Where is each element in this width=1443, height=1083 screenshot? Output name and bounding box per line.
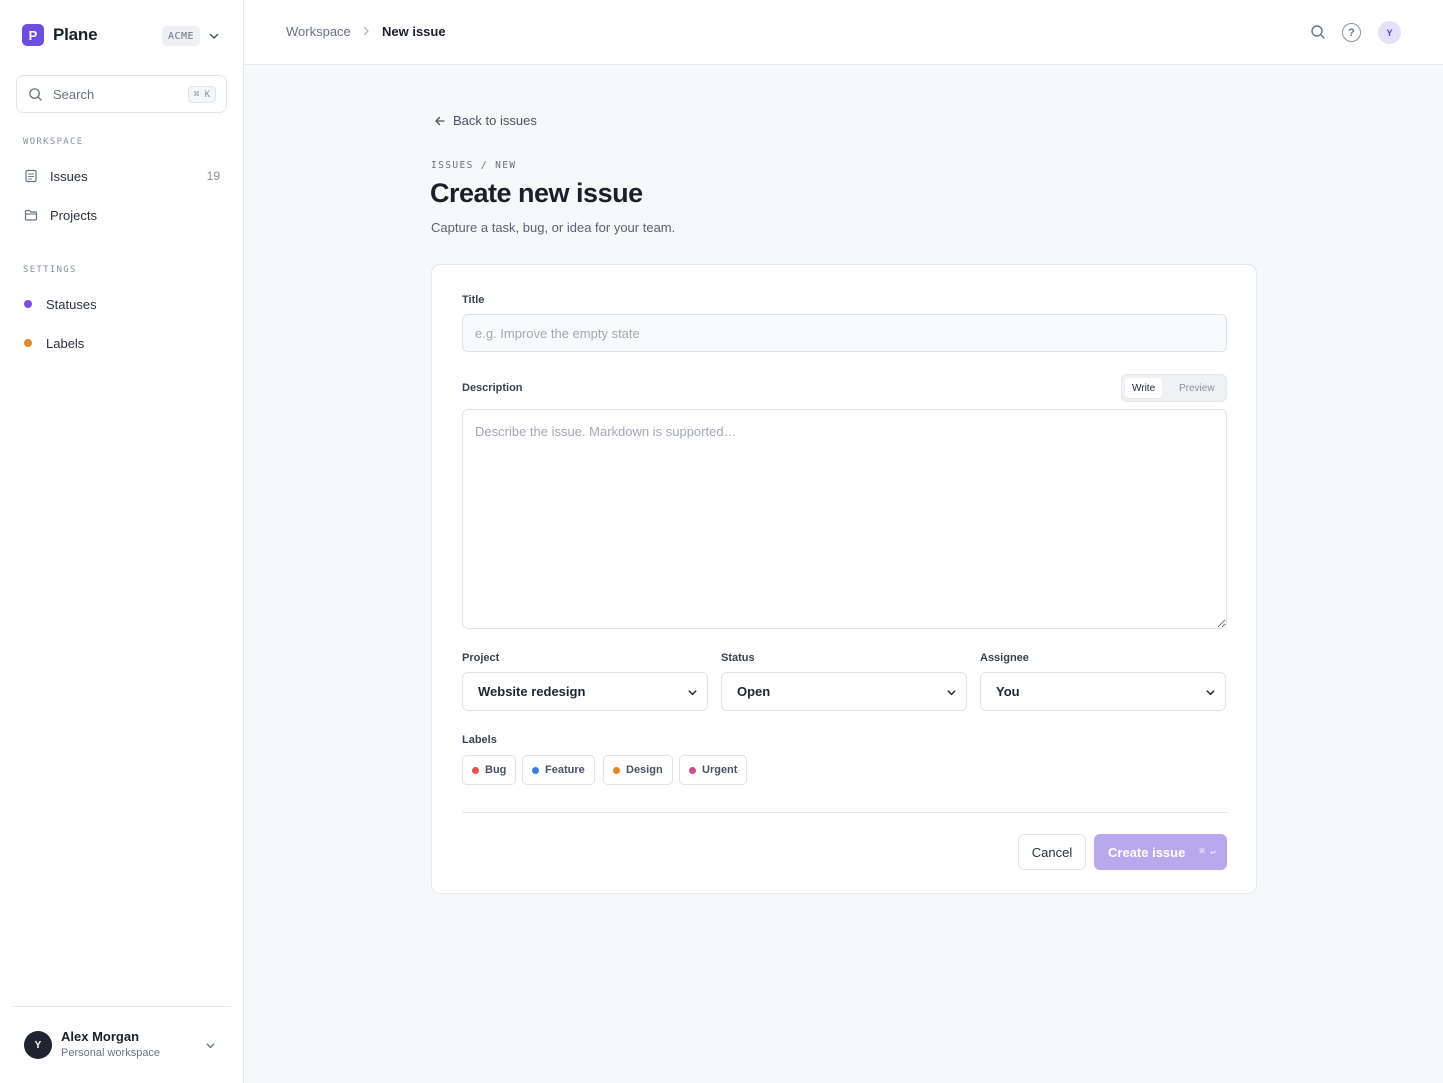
folder-icon [24, 209, 38, 221]
topbar: Workspace New issue ? Y [244, 0, 1443, 65]
project-value: Website redesign [478, 684, 586, 699]
brand-name: Plane [53, 25, 98, 44]
cancel-button[interactable]: Cancel [1018, 834, 1086, 870]
breadcrumb-workspace[interactable]: Workspace [286, 24, 351, 39]
assignee-value: You [996, 684, 1020, 699]
plane-logo-icon: P [22, 24, 44, 46]
search-shortcut: ⌘ K [187, 86, 216, 103]
status-dot-icon [24, 300, 32, 308]
label-chip-feature[interactable]: Feature [522, 755, 595, 785]
dot-icon [613, 766, 620, 774]
search-label: Search [53, 87, 95, 102]
status-select[interactable]: Open [721, 672, 967, 711]
assignee-select[interactable]: You [980, 672, 1226, 711]
dot-icon [532, 766, 539, 774]
title-label: Title [462, 294, 485, 306]
page-subtitle: Capture a task, bug, or idea for your te… [431, 220, 676, 235]
status-value: Open [737, 684, 771, 699]
title-input[interactable] [462, 314, 1227, 352]
brand[interactable]: P Plane [22, 24, 98, 46]
create-shortcut: ⌘ ↵ [1199, 847, 1216, 857]
sidebar-item-issues[interactable]: Issues 19 [12, 159, 232, 193]
description-mode-toggle: Write Preview [1121, 374, 1227, 402]
sidebar-item-label: Statuses [46, 297, 97, 312]
sidebar-item-statuses[interactable]: Statuses [12, 287, 232, 321]
chevron-down-icon[interactable] [207, 29, 221, 43]
page-overline: ISSUES / NEW [431, 160, 517, 171]
status-label: Status [721, 652, 755, 664]
divider [12, 1006, 231, 1007]
label-chip-design[interactable]: Design [603, 755, 673, 785]
sidebar-item-label: Projects [50, 208, 97, 223]
user-avatar[interactable]: Y [24, 1031, 52, 1059]
workspace-section-heading: WORKSPACE [23, 137, 84, 147]
dot-icon [472, 766, 479, 774]
sidebar-item-label: Issues [50, 169, 88, 184]
breadcrumb-current: New issue [382, 24, 446, 39]
user-workspace-label: Personal workspace [61, 1047, 161, 1059]
label-chip-text: Bug [485, 764, 507, 776]
create-issue-button[interactable]: Create issue ⌘ ↵ [1094, 834, 1227, 870]
chevron-down-icon [947, 690, 956, 696]
arrow-left-icon [435, 116, 445, 125]
description-textarea[interactable] [462, 409, 1227, 629]
sidebar-search-button[interactable]: Search ⌘ K [16, 75, 227, 113]
chevron-down-icon [1206, 690, 1215, 696]
label-chip-text: Urgent [702, 764, 738, 776]
settings-section-heading: SETTINGS [23, 265, 77, 275]
label-chip-bug[interactable]: Bug [462, 755, 517, 785]
issues-count: 19 [206, 169, 220, 183]
label-chip-text: Design [626, 764, 663, 776]
tab-preview[interactable]: Preview [1172, 378, 1222, 398]
chevron-down-icon[interactable] [204, 1039, 217, 1052]
user-name: Alex Morgan [61, 1029, 140, 1044]
project-label: Project [462, 652, 500, 664]
divider [462, 812, 1227, 813]
chevron-down-icon [688, 690, 697, 696]
description-label: Description [462, 382, 523, 394]
create-issue-form: Title Description Write Preview Project … [431, 264, 1257, 894]
back-label: Back to issues [453, 113, 537, 128]
tab-write[interactable]: Write [1125, 378, 1163, 398]
search-icon[interactable] [1310, 24, 1326, 40]
labels-label: Labels [462, 734, 497, 746]
sidebar-item-label: Labels [46, 336, 85, 351]
project-select[interactable]: Website redesign [462, 672, 708, 711]
search-icon [29, 88, 42, 101]
label-dot-icon [24, 339, 32, 347]
workspace-badge[interactable]: ACME [162, 26, 201, 46]
dot-icon [689, 766, 696, 774]
page-title: Create new issue [430, 178, 643, 208]
sidebar: P Plane ACME Search ⌘ K WORKSPACE Issues… [0, 0, 244, 1083]
help-icon[interactable]: ? [1342, 23, 1361, 42]
assignee-label: Assignee [980, 652, 1029, 664]
label-chip-urgent[interactable]: Urgent [679, 755, 748, 785]
chevron-right-icon [363, 26, 369, 36]
back-to-issues-link[interactable]: Back to issues [434, 113, 537, 128]
label-chip-text: Feature [545, 764, 585, 776]
create-issue-label: Create issue [1108, 844, 1186, 860]
sidebar-item-labels[interactable]: Labels [12, 326, 232, 360]
document-icon [25, 169, 37, 183]
sidebar-item-projects[interactable]: Projects [12, 198, 232, 232]
avatar[interactable]: Y [1378, 21, 1401, 44]
